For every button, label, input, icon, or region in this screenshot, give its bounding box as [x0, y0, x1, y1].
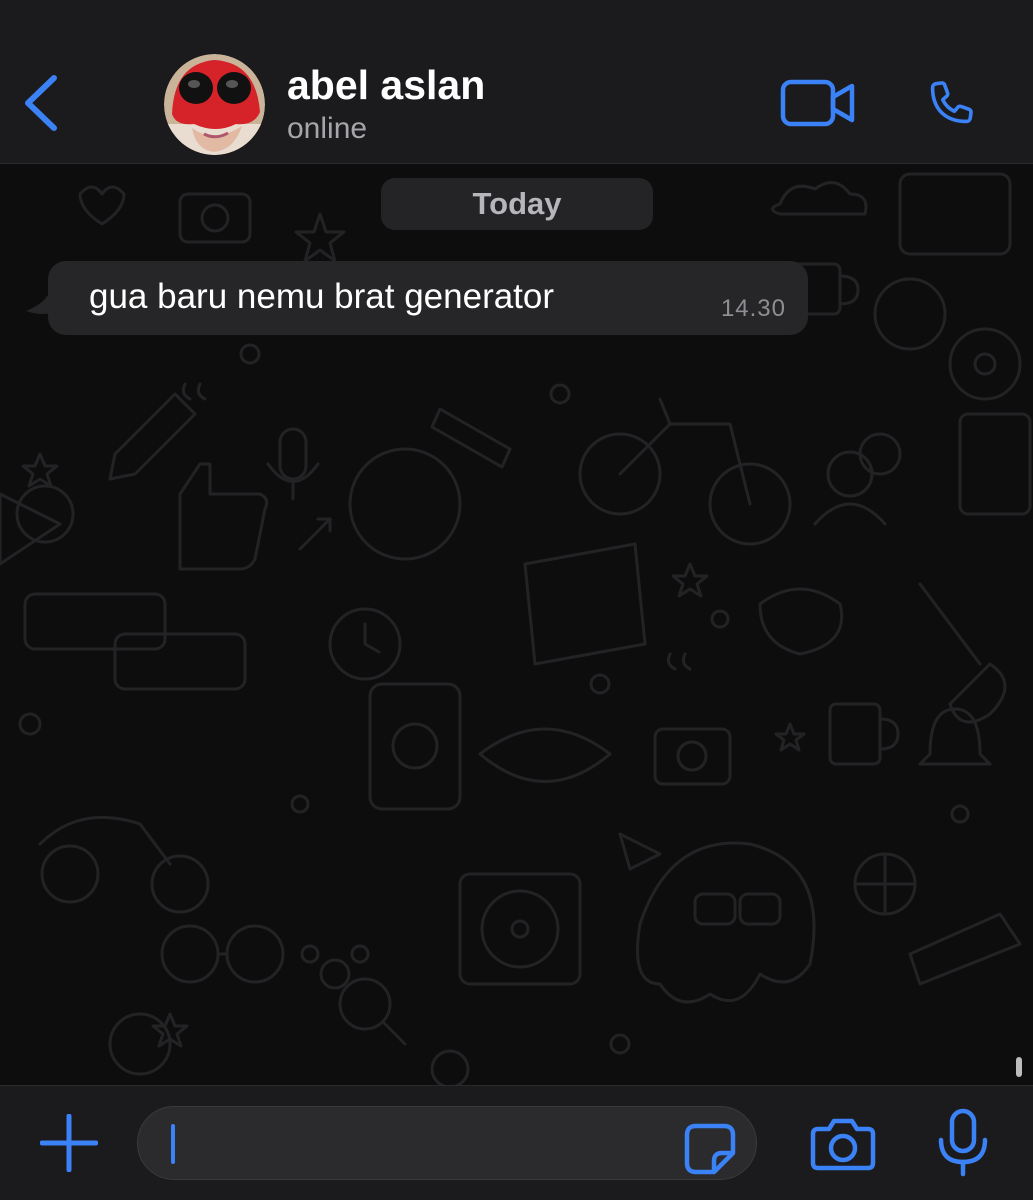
microphone-button[interactable] — [935, 1108, 991, 1178]
avatar[interactable] — [164, 54, 265, 155]
contact-status: online — [287, 112, 368, 145]
chevron-left-icon — [25, 75, 57, 131]
voice-call-button[interactable] — [918, 76, 980, 134]
phone-icon — [930, 81, 973, 124]
text-cursor — [171, 1124, 175, 1164]
sticker-icon — [684, 1123, 736, 1175]
video-call-button[interactable] — [780, 78, 856, 128]
sticker-button[interactable] — [684, 1123, 736, 1175]
message-list[interactable]: Today gua baru nemu brat generator 14.30 — [0, 164, 1033, 1085]
message-text: gua baru nemu brat generator — [89, 277, 555, 316]
camera-icon — [810, 1118, 876, 1171]
message-bubble[interactable]: gua baru nemu brat generator 14.30 — [22, 261, 808, 341]
message-time: 14.30 — [720, 295, 786, 322]
scroll-indicator[interactable] — [1016, 1057, 1022, 1077]
camera-button[interactable] — [810, 1116, 876, 1172]
message-composer — [0, 1085, 1033, 1200]
back-button[interactable] — [18, 68, 68, 138]
plus-icon — [39, 1113, 99, 1173]
chat-header: abel aslan online — [0, 0, 1033, 164]
chat-screen: abel aslan online Today gua baru nemu br… — [0, 0, 1033, 1200]
incoming-message: gua baru nemu brat generator 14.30 — [48, 261, 808, 335]
date-separator: Today — [381, 178, 653, 230]
microphone-icon — [938, 1108, 988, 1177]
video-camera-icon — [780, 79, 855, 127]
attach-button[interactable] — [39, 1113, 99, 1173]
message-input[interactable] — [137, 1106, 757, 1180]
contact-name[interactable]: abel aslan — [287, 62, 485, 109]
